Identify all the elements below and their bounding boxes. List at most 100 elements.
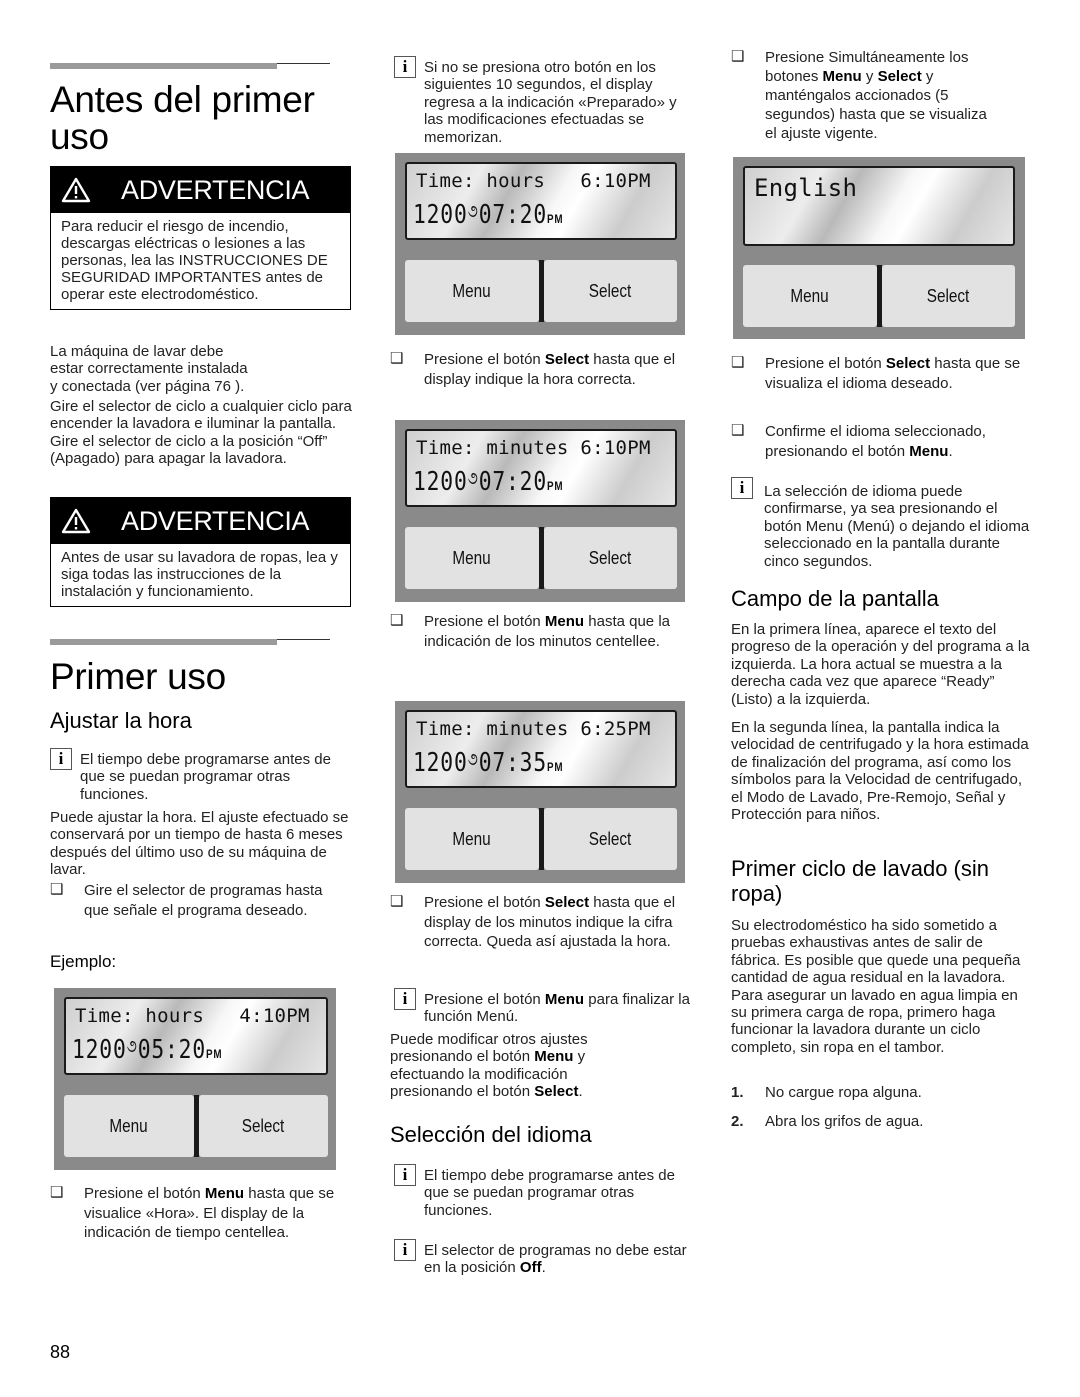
warning-box: ADVERTENCIA Para reducir el riesgo de in… bbox=[50, 166, 351, 310]
warning-text: Antes de usar su lavadora de ropas, lea … bbox=[61, 549, 338, 600]
bullet-item: ❑ Presione Simultáneamente los botones M… bbox=[731, 48, 991, 143]
spiral-icon: ૭ bbox=[467, 749, 479, 770]
lcd-line-1: Time: minutes 6:25PM bbox=[416, 718, 651, 740]
checkbox-bullet-icon: ❑ bbox=[731, 354, 745, 371]
button-divider bbox=[538, 527, 544, 589]
install-line: y conectada (ver página 76 ). bbox=[50, 377, 245, 395]
subsection-title: Ajustar la hora bbox=[50, 708, 192, 733]
menu-label: Menu bbox=[452, 547, 491, 568]
text: El selector de programas no debe estar e… bbox=[424, 1242, 687, 1277]
first-cycle-text: Su electrodoméstico ha sido sometido a p… bbox=[731, 917, 1021, 1056]
bullet-item: ❑ Presione el botón Menu hasta que se vi… bbox=[50, 1184, 355, 1243]
button-divider bbox=[538, 260, 544, 322]
button-ref: Select bbox=[544, 351, 590, 368]
info-icon: i bbox=[394, 1239, 416, 1261]
install-note: La máquina de lavar debe estar correctam… bbox=[50, 343, 350, 395]
pm-indicator: PM bbox=[547, 212, 564, 226]
button-ref: Menu bbox=[534, 1048, 574, 1066]
menu-button[interactable]: Menu bbox=[405, 808, 539, 870]
select-label: Select bbox=[588, 547, 632, 568]
subsection-title: Selección del idioma bbox=[390, 1122, 592, 1147]
page-number: 88 bbox=[50, 1342, 71, 1362]
checkbox-bullet-icon: ❑ bbox=[390, 612, 404, 629]
text: Presione el botón bbox=[765, 355, 886, 372]
step-item: 1. No cargue ropa alguna. bbox=[731, 1084, 922, 1102]
checkbox-bullet-icon: ❑ bbox=[390, 893, 404, 910]
button-ref: Menu bbox=[909, 442, 949, 460]
end-time: 07:20 bbox=[478, 467, 548, 497]
checkbox-bullet-icon: ❑ bbox=[731, 48, 745, 65]
select-button[interactable]: Select bbox=[543, 260, 677, 322]
menu-button[interactable]: Menu bbox=[405, 260, 539, 322]
end-time: 07:20 bbox=[478, 200, 548, 230]
bullet-item: ❑ Presione el botón Select hasta que se … bbox=[731, 354, 1021, 393]
step-text: Abra los grifos de agua. bbox=[765, 1113, 924, 1130]
spiral-icon: ૭ bbox=[467, 468, 479, 489]
bullet-item: ❑ Gire el selector de programas hasta qu… bbox=[50, 881, 350, 920]
info-icon: i bbox=[394, 1164, 416, 1186]
bullet-item: ❑ Presione el botón Select hasta que el … bbox=[390, 350, 695, 389]
select-button[interactable]: Select bbox=[198, 1095, 328, 1157]
install-line: estar correctamente instalada bbox=[50, 360, 248, 378]
lcd-line-1: Time: minutes 6:10PM bbox=[416, 437, 651, 459]
text: Presione el botón bbox=[424, 351, 545, 368]
info-icon: i bbox=[50, 748, 72, 770]
info-note: i El tiempo debe programarse antes de qu… bbox=[394, 1164, 694, 1219]
select-label: Select bbox=[926, 285, 970, 306]
button-ref: Menu bbox=[544, 991, 585, 1008]
button-ref: Menu bbox=[204, 1185, 245, 1202]
menu-button[interactable]: Menu bbox=[743, 265, 877, 327]
menu-label: Menu bbox=[452, 828, 491, 849]
control-panel-display: Time: minutes 6:25PM 1200૭07:35PM Menu S… bbox=[395, 701, 685, 883]
checkbox-bullet-icon: ❑ bbox=[731, 422, 745, 439]
selector-instructions: Gire el selector de ciclo a cualquier ci… bbox=[50, 398, 352, 468]
menu-label: Menu bbox=[790, 285, 829, 306]
select-button[interactable]: Select bbox=[881, 265, 1015, 327]
info-text: El tiempo debe programarse antes de que … bbox=[80, 751, 331, 803]
lcd-line-1: Time: hours 6:10PM bbox=[416, 170, 651, 192]
select-button[interactable]: Select bbox=[543, 808, 677, 870]
warning-text: Para reducir el riesgo de incendio, desc… bbox=[61, 218, 328, 303]
info-icon: i bbox=[394, 988, 416, 1010]
button-ref: Menu bbox=[822, 68, 862, 85]
setting-ref: Off bbox=[519, 1259, 542, 1277]
subsection-title: Primer ciclo de lavado (sin ropa) bbox=[731, 856, 989, 906]
bullet-item: ❑ Presione el botón Menu hasta que la in… bbox=[390, 612, 695, 651]
warning-triangle-icon bbox=[51, 177, 101, 203]
checkbox-bullet-icon: ❑ bbox=[50, 881, 64, 898]
info-icon: i bbox=[394, 56, 416, 78]
text: y bbox=[861, 68, 878, 85]
adjust-text: Puede ajustar la hora. El ajuste efectua… bbox=[50, 809, 349, 879]
button-ref: Select bbox=[885, 355, 931, 372]
bullet-text: Gire el selector de programas hasta que … bbox=[84, 882, 323, 919]
spin-speed: 1200 bbox=[413, 748, 468, 778]
select-label: Select bbox=[588, 280, 632, 301]
step-item: 2. Abra los grifos de agua. bbox=[731, 1113, 923, 1131]
spiral-icon: ૭ bbox=[467, 201, 479, 222]
info-text: El selector de programas no debe estar e… bbox=[424, 1239, 694, 1277]
info-note: i El selector de programas no debe estar… bbox=[394, 1239, 694, 1277]
button-divider bbox=[538, 808, 544, 870]
spin-speed: 1200 bbox=[72, 1035, 127, 1065]
menu-button[interactable]: Menu bbox=[64, 1095, 194, 1157]
menu-label: Menu bbox=[452, 280, 491, 301]
lcd-screen: Time: hours 4:10PM 1200૭05:20PM bbox=[64, 997, 328, 1075]
button-ref: Select bbox=[534, 1083, 579, 1101]
text: . bbox=[578, 1083, 583, 1101]
end-time: 07:35 bbox=[478, 748, 548, 778]
step-number: 2. bbox=[731, 1113, 744, 1130]
modify-settings-text: Puede modificar otros ajustes presionand… bbox=[390, 1031, 630, 1101]
select-button[interactable]: Select bbox=[543, 527, 677, 589]
text: . bbox=[541, 1259, 546, 1277]
info-text: La selección de idioma puede confirmarse… bbox=[764, 483, 1030, 570]
lcd-screen: Time: minutes 6:25PM 1200૭07:35PM bbox=[405, 710, 677, 788]
info-text: Si no se presiona otro botón en los sigu… bbox=[424, 59, 677, 146]
checkbox-bullet-icon: ❑ bbox=[390, 350, 404, 367]
lcd-screen: Time: minutes 6:10PM 1200૭07:20PM bbox=[405, 429, 677, 507]
subsection-title: Campo de la pantalla bbox=[731, 586, 939, 611]
bullet-item: ❑ Presione el botón Select hasta que el … bbox=[390, 893, 695, 952]
display-field-paragraph-2: En la segunda línea, la pantalla indica … bbox=[731, 719, 1029, 824]
pm-indicator: PM bbox=[206, 1047, 223, 1061]
menu-button[interactable]: Menu bbox=[405, 527, 539, 589]
pm-indicator: PM bbox=[547, 479, 564, 493]
